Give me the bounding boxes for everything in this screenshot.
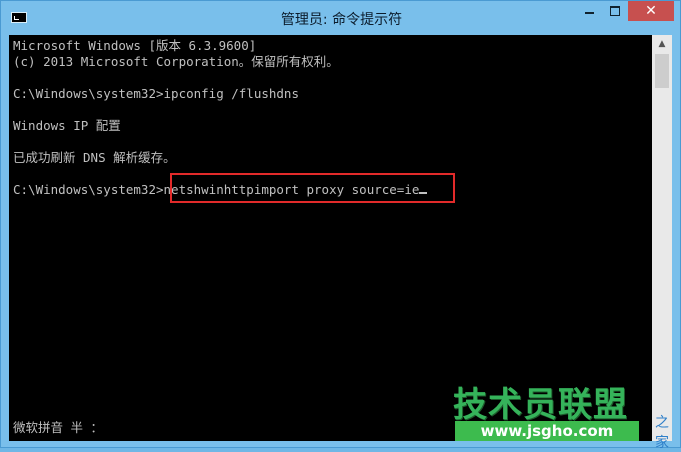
- maximize-button[interactable]: [602, 1, 628, 21]
- command-prompt-window: 管理员: 命令提示符 ✕ Microsoft Windows [版本 6.3.9…: [0, 0, 681, 451]
- console-line: 已成功刷新 DNS 解析缓存。: [13, 150, 176, 165]
- watermark-url: www.jsgho.com: [455, 421, 639, 441]
- minimize-icon: [584, 11, 594, 14]
- maximize-icon: [610, 5, 620, 16]
- scroll-up-icon[interactable]: ▲: [652, 35, 672, 53]
- close-icon: ✕: [645, 3, 657, 19]
- console-line: Windows IP 配置: [13, 118, 121, 133]
- minimize-button[interactable]: [576, 1, 602, 21]
- watermark-title: 技术员联盟: [453, 385, 628, 425]
- console-line: Microsoft Windows [版本 6.3.9600]: [13, 38, 257, 53]
- console-line: C:\Windows\system32>ipconfig /flushdns: [13, 86, 299, 101]
- ime-status-text: 微软拼音 半 ：: [13, 420, 104, 435]
- watermark-suffix: 之家: [655, 415, 669, 451]
- scroll-thumb[interactable]: [655, 54, 669, 88]
- close-button[interactable]: ✕: [628, 1, 674, 21]
- watermark-logo: 技术员联盟 之家 www.jsgho.com: [441, 377, 681, 451]
- command-highlight-box: [170, 173, 455, 203]
- title-bar[interactable]: 管理员: 命令提示符 ✕: [1, 1, 680, 35]
- console-line: (c) 2013 Microsoft Corporation。保留所有权利。: [13, 54, 339, 69]
